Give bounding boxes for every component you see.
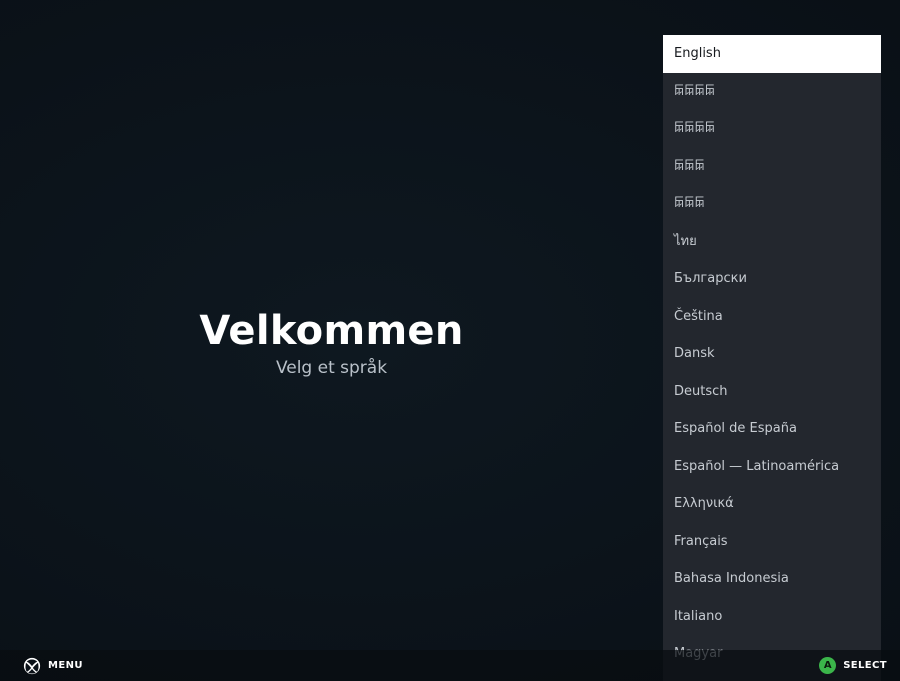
select-label: SELECT [843,660,887,671]
language-item-thai[interactable]: ไทย [663,223,881,261]
language-item-bulgarian[interactable]: Български [663,260,881,298]
language-item-indonesian[interactable]: Bahasa Indonesia [663,560,881,598]
language-item[interactable]: 𐙍𐙍𐙍 [663,185,881,223]
language-item-greek[interactable]: Ελληνικά [663,485,881,523]
footer-bar: MENU A SELECT [0,650,900,681]
oobe-screen: Velkommen Velg et språk English 𐙍𐙍𐙍𐙍 𐙍𐙍𐙍… [0,0,900,681]
language-item-spanish-spain[interactable]: Español de España [663,410,881,448]
language-item[interactable]: 𐙍𐙍𐙍𐙍 [663,110,881,148]
language-item-czech[interactable]: Čeština [663,298,881,336]
language-item-spanish-latam[interactable]: Español — Latinoamérica [663,448,881,486]
menu-label: MENU [48,660,83,671]
language-item-danish[interactable]: Dansk [663,335,881,373]
welcome-subtitle: Velg et språk [275,358,388,378]
menu-hint[interactable]: MENU [23,656,83,675]
welcome-title: Velkommen [199,308,464,354]
welcome-block: Velkommen Velg et språk [0,308,663,380]
language-item-french[interactable]: Français [663,523,881,561]
xbox-guide-icon [23,657,41,674]
language-list[interactable]: English 𐙍𐙍𐙍𐙍 𐙍𐙍𐙍𐙍 𐙍𐙍𐙍 𐙍𐙍𐙍 ไทย Български … [663,35,881,681]
language-item-english[interactable]: English [663,35,881,73]
language-item[interactable]: 𐙍𐙍𐙍𐙍 [663,73,881,111]
language-item[interactable]: 𐙍𐙍𐙍 [663,148,881,186]
language-item-italian[interactable]: Italiano [663,598,881,636]
language-item-german[interactable]: Deutsch [663,373,881,411]
select-hint[interactable]: A SELECT [819,656,887,675]
a-button-icon: A [819,657,837,674]
